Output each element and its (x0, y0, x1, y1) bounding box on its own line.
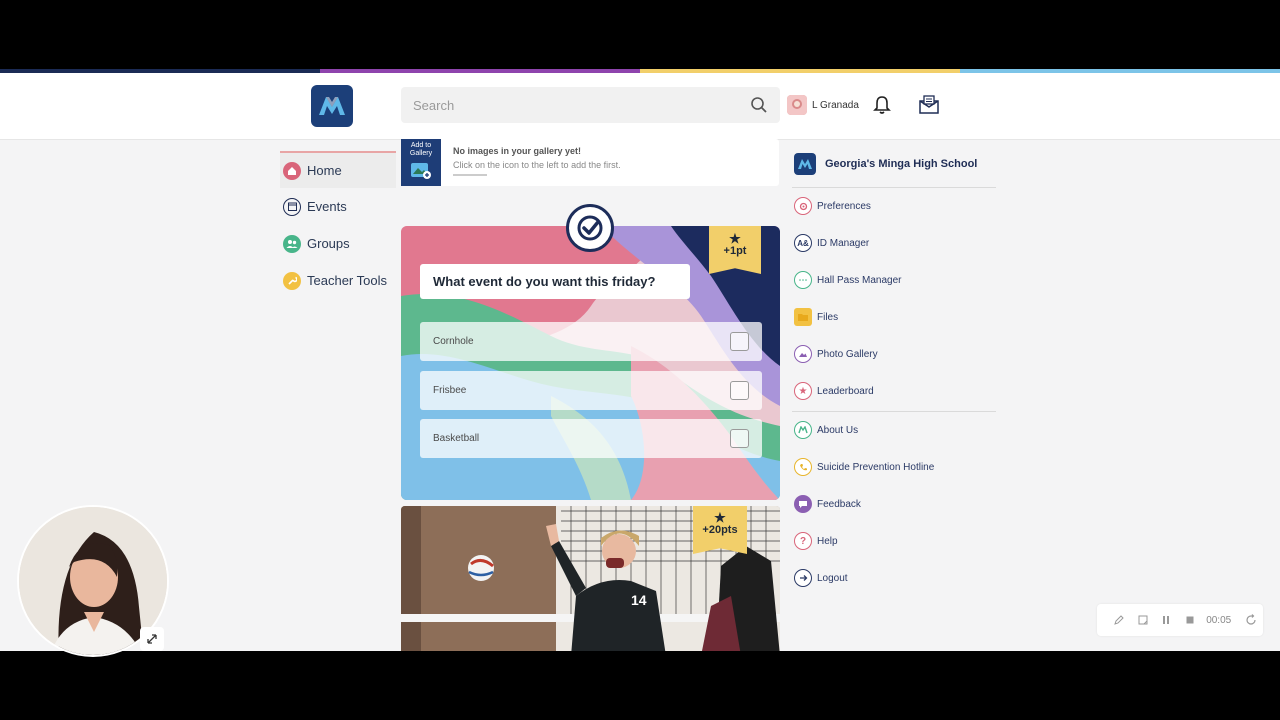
wrench-icon (283, 271, 301, 290)
home-icon (283, 161, 301, 180)
minga-logo-icon (794, 421, 812, 439)
poll-option[interactable]: Cornhole (420, 322, 762, 361)
menu-item-logout[interactable]: Logout (794, 568, 848, 588)
poll-check-icon (566, 204, 614, 252)
menu-item-about-us[interactable]: About Us (794, 420, 858, 440)
points-badge: ★ +1pt (709, 226, 761, 274)
left-nav: Home Events Groups Teacher Tools (280, 151, 396, 299)
nav-label-groups: Groups (307, 236, 350, 251)
top-bar: L Granada (0, 73, 1280, 140)
poll-option-checkbox[interactable] (730, 332, 749, 351)
add-to-gallery-button[interactable]: Add to Gallery (401, 139, 441, 186)
divider (792, 187, 996, 188)
photo-points: +20pts (702, 524, 738, 536)
stop-icon[interactable] (1178, 610, 1202, 630)
recorder-toolbar: 00:05 (1097, 604, 1263, 636)
search-bar (401, 87, 780, 123)
nav-item-home[interactable]: Home (280, 151, 396, 188)
poll-option-checkbox[interactable] (730, 381, 749, 400)
gear-icon (794, 197, 812, 215)
menu-item-leaderboard[interactable]: ★ Leaderboard (794, 381, 874, 401)
menu-label: Logout (817, 572, 848, 584)
nav-label-teacher-tools: Teacher Tools (307, 273, 387, 288)
avatar[interactable] (787, 95, 807, 115)
school-logo-icon (794, 153, 816, 175)
left-arrow-icon (453, 174, 487, 176)
minga-logo-icon[interactable] (311, 85, 353, 127)
expand-icon[interactable] (140, 627, 164, 651)
inbox-icon[interactable] (918, 94, 940, 114)
school-name: Georgia's Minga High School (825, 158, 978, 170)
school-header[interactable]: Georgia's Minga High School (794, 153, 977, 175)
menu-item-photo-gallery[interactable]: Photo Gallery (794, 344, 878, 364)
note-icon[interactable] (1131, 610, 1155, 630)
restart-icon[interactable] (1239, 610, 1263, 630)
photo-gallery-icon (794, 345, 812, 363)
chat-icon (794, 495, 812, 513)
menu-item-help[interactable]: ? Help (794, 531, 838, 551)
nav-item-teacher-tools[interactable]: Teacher Tools (280, 262, 396, 299)
pause-icon[interactable] (1155, 610, 1179, 630)
menu-label: About Us (817, 424, 859, 436)
user-name[interactable]: L Granada (812, 100, 859, 111)
menu-label: Help (817, 535, 838, 547)
poll-question: What event do you want this friday? (433, 274, 656, 289)
star-icon: ★ (729, 231, 741, 246)
poll-card: ★ +1pt What event do you want this frida… (401, 226, 780, 500)
menu-label: Preferences (817, 200, 871, 212)
menu-item-files[interactable]: Files (794, 307, 838, 327)
menu-item-suicide-prevention-hotline[interactable]: Suicide Prevention Hotline (794, 457, 934, 477)
menu-label: Leaderboard (817, 385, 874, 397)
bell-icon[interactable] (873, 95, 891, 115)
menu-item-hall-pass-manager[interactable]: Hall Pass Manager (794, 270, 901, 290)
gallery-empty-title: No images in your gallery yet! (453, 146, 582, 156)
nav-item-groups[interactable]: Groups (280, 225, 396, 262)
photo-add-icon (411, 163, 431, 179)
search-icon[interactable] (750, 96, 768, 114)
poll-option-label: Cornhole (433, 336, 474, 347)
menu-label: Hall Pass Manager (817, 274, 902, 286)
gallery-empty-card: Add to Gallery No images in your gallery… (401, 139, 779, 186)
help-icon: ? (794, 532, 812, 550)
search-input[interactable] (401, 87, 741, 123)
divider (792, 411, 996, 412)
star-icon: ★ (714, 510, 726, 525)
photo-post-card[interactable]: 14 ★ +20pts (401, 506, 780, 651)
nav-label-home: Home (307, 163, 342, 178)
menu-label: Suicide Prevention Hotline (817, 461, 935, 473)
poll-option-label: Frisbee (433, 385, 467, 396)
poll-option[interactable]: Basketball (420, 419, 762, 458)
menu-label: ID Manager (817, 237, 870, 249)
id-card-icon: A& (794, 234, 812, 252)
nav-item-events[interactable]: Events (280, 188, 396, 225)
gallery-empty-subtitle: Click on the icon to the left to add the… (453, 160, 621, 170)
logout-icon (794, 569, 812, 587)
recording-time: 00:05 (1206, 614, 1232, 626)
user-menu[interactable]: L Granada (787, 94, 859, 116)
poll-option-checkbox[interactable] (730, 429, 749, 448)
menu-label: Photo Gallery (817, 348, 878, 360)
poll-question-box: What event do you want this friday? (420, 264, 690, 299)
menu-item-id-manager[interactable]: A& ID Manager (794, 233, 869, 253)
poll-option[interactable]: Frisbee (420, 371, 762, 410)
groups-icon (283, 234, 301, 253)
add-to-gallery-label: Add to Gallery (409, 142, 433, 157)
hall-pass-icon (794, 271, 812, 289)
menu-label: Files (817, 311, 839, 323)
poll-option-label: Basketball (433, 433, 480, 444)
pen-icon[interactable] (1107, 610, 1131, 630)
phone-icon (794, 458, 812, 476)
nav-label-events: Events (307, 199, 347, 214)
star-icon: ★ (794, 382, 812, 400)
jersey-number: 14 (631, 592, 647, 608)
menu-item-preferences[interactable]: Preferences (794, 196, 871, 216)
menu-item-feedback[interactable]: Feedback (794, 494, 861, 514)
menu-label: Feedback (817, 498, 861, 510)
poll-points: +1pt (723, 245, 747, 257)
calendar-icon (283, 197, 301, 216)
app-window: L Granada Home (0, 69, 1280, 651)
folder-icon (794, 308, 812, 326)
points-badge: ★ +20pts (693, 506, 747, 554)
